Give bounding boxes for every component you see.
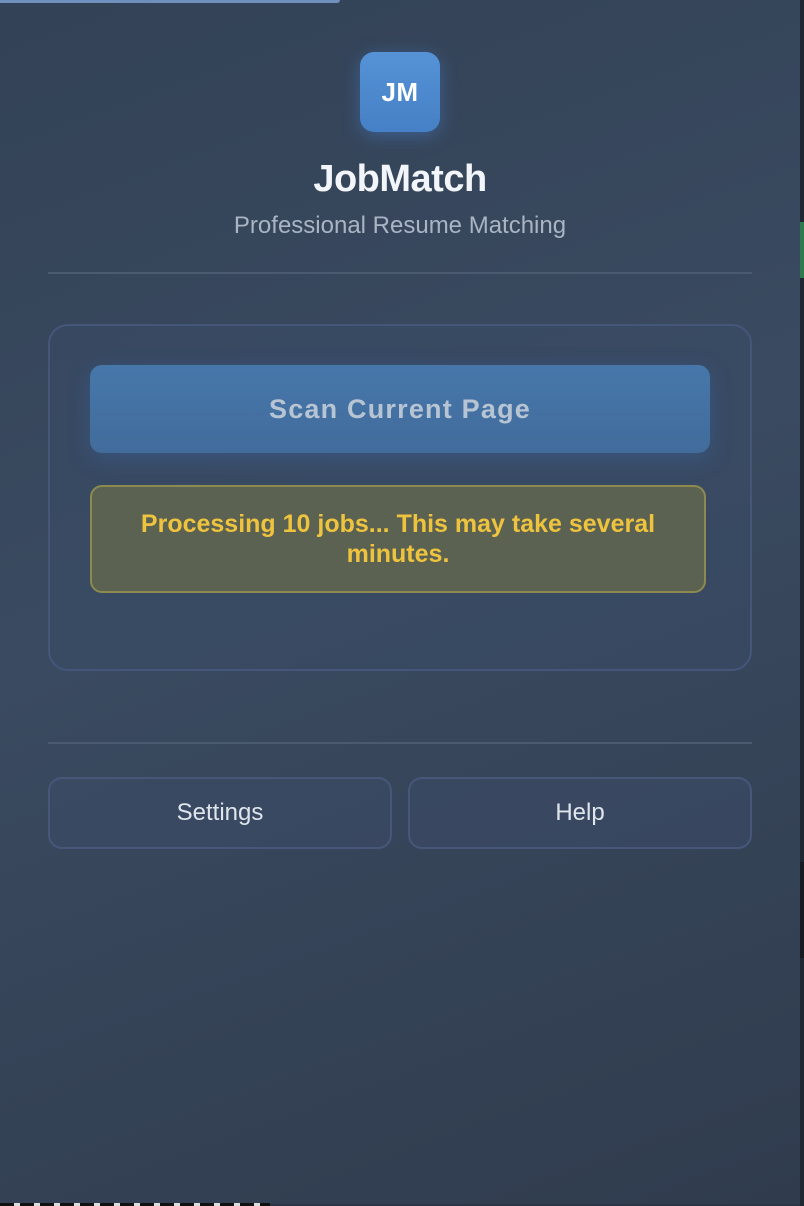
header-divider: [48, 272, 752, 274]
processing-status-message: Processing 10 jobs... This may take seve…: [90, 485, 706, 593]
background-window-mark: [800, 862, 804, 958]
status-text: Processing 10 jobs... This may take seve…: [140, 510, 656, 568]
help-button[interactable]: Help: [408, 777, 752, 849]
extension-popup: JM JobMatch Professional Resume Matching…: [0, 0, 800, 1204]
app-subtitle: Professional Resume Matching: [233, 212, 567, 239]
settings-button[interactable]: Settings: [48, 777, 392, 849]
window-top-strip: [0, 0, 340, 3]
scan-current-page-button[interactable]: Scan Current Page: [90, 365, 710, 453]
app-logo-text: JM: [381, 76, 419, 107]
background-window-mark: [800, 222, 804, 278]
app-title: JobMatch: [313, 158, 487, 200]
app-logo: JM: [360, 52, 440, 132]
footer-divider: [48, 742, 752, 744]
background-window-edge: [800, 0, 804, 1206]
